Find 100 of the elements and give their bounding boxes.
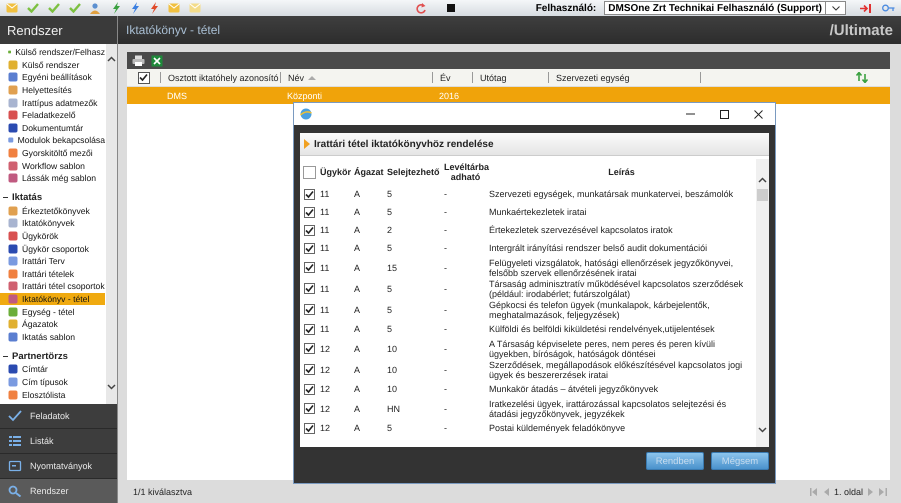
logout-icon[interactable] — [860, 4, 872, 12]
table-cell-text: 12 — [320, 364, 332, 374]
sidebar-item[interactable]: Lássák még sablon — [0, 172, 105, 185]
sidebar-item[interactable]: Ágazatok — [0, 318, 105, 330]
sidebar-item[interactable]: Külső rendszer/Felhasz — [0, 46, 105, 59]
panel-title: Irattári tétel iktatókönyvhöz rendelése — [314, 138, 494, 150]
checkbox[interactable] — [304, 242, 314, 254]
nav-button[interactable]: Listák — [0, 429, 117, 453]
logo: /Ultimate — [830, 22, 893, 38]
table-cell-text: A — [354, 243, 362, 253]
chevron-down-icon[interactable] — [758, 427, 767, 433]
checkbox[interactable] — [304, 384, 314, 394]
check-icon[interactable] — [69, 3, 81, 13]
checkbox[interactable] — [304, 304, 314, 315]
sidebar-item[interactable]: Irattári tételek — [0, 268, 105, 280]
sidebar-item[interactable]: Gyorskitöltő mezői — [0, 146, 105, 160]
sidebar-item[interactable]: Iktatás sablon — [0, 330, 105, 344]
spreadsheet-icon[interactable] — [151, 54, 163, 66]
square-icon — [8, 85, 18, 96]
column-header[interactable]: Szervezeti egység — [548, 72, 700, 83]
sidebar-item[interactable]: Címtár — [0, 363, 105, 376]
page-number: 1. oldal — [834, 486, 863, 496]
table-cell-text: - — [443, 404, 448, 414]
nav-button[interactable]: Feladatok — [0, 404, 117, 428]
square-icon — [8, 306, 18, 317]
sidebar-item[interactable]: Irattári Terv — [0, 254, 105, 268]
square-icon — [8, 110, 18, 120]
nav-button[interactable]: Rendszer — [0, 479, 117, 503]
sidebar-item[interactable]: Egyéni beállítások — [0, 71, 105, 84]
lightning-icon[interactable] — [149, 2, 159, 14]
arrow-icon — [304, 139, 310, 149]
close-icon[interactable] — [752, 108, 764, 120]
scroll-thumb[interactable] — [757, 189, 768, 201]
sidebar-item[interactable]: Ügykör csoportok — [0, 242, 105, 255]
square-icon — [8, 256, 18, 266]
table-cell-text: 12 — [320, 384, 332, 394]
sidebar-item[interactable]: Iktatókönyv - tétel — [0, 292, 105, 306]
sidebar-item[interactable]: Ügykörök — [0, 230, 105, 242]
sidebar-item[interactable]: Irattípus adatmezők — [0, 96, 105, 109]
checkbox[interactable] — [304, 283, 314, 294]
checkbox[interactable] — [304, 206, 314, 218]
chevron-up-icon[interactable] — [107, 56, 116, 62]
checkbox[interactable] — [304, 262, 314, 273]
lightning-icon[interactable] — [111, 2, 121, 14]
key-icon[interactable] — [882, 4, 895, 12]
nav-button[interactable]: Nyomtatványok — [0, 454, 117, 478]
checkbox[interactable] — [304, 422, 314, 434]
table-cell-text: A — [354, 324, 362, 334]
column-header: Ügykör — [320, 167, 352, 177]
table-cell-text: - — [443, 207, 448, 217]
stop-icon[interactable] — [446, 3, 456, 13]
section-heading: Iktatás — [12, 192, 42, 204]
table-cell-text: - — [443, 324, 448, 334]
column-header[interactable]: Utótag — [472, 72, 548, 83]
column-header[interactable]: Év — [432, 72, 472, 83]
lightning-icon[interactable] — [130, 2, 140, 14]
table-cell-text: - — [443, 189, 448, 199]
square-icon — [8, 376, 18, 387]
sidebar-item[interactable]: Helyettesítés — [0, 84, 105, 96]
sidebar-item[interactable]: Cím típusok — [0, 376, 105, 388]
table-cell-text: A — [354, 189, 362, 199]
printer-icon[interactable] — [132, 55, 145, 66]
column-header[interactable]: Név — [280, 72, 432, 83]
check-icon[interactable] — [27, 3, 39, 13]
checkbox[interactable] — [304, 224, 314, 236]
table-cell-text: Társaság adminisztratív működésével kapcsolatos szerződések (például: irodabérlet; futárszolgálat) — [489, 278, 744, 298]
sidebar-item[interactable]: Irattári tétel csoportok — [0, 280, 105, 293]
square-icon — [8, 319, 18, 330]
sidebar-title: Rendszer — [0, 16, 117, 44]
maximize-icon[interactable] — [718, 108, 730, 120]
sidebar-item[interactable]: Workflow sablon — [0, 159, 105, 172]
checkbox[interactable] — [304, 364, 314, 375]
table-cell-text: 5 — [387, 189, 394, 199]
check-icon[interactable] — [48, 3, 60, 13]
select-all-checkbox[interactable] — [302, 166, 316, 178]
sidebar-item[interactable]: Egység - tétel — [0, 305, 105, 318]
sidebar-item[interactable]: Iktatókönyvek — [0, 217, 105, 230]
sidebar-item[interactable]: Külső rendszer — [0, 58, 105, 72]
sidebar-item[interactable]: Dokumentumtár — [0, 122, 105, 134]
sidebar-item[interactable]: Feladatkezelő — [0, 108, 105, 122]
checkbox[interactable] — [304, 403, 314, 414]
user-select[interactable]: DMSOne Zrt Technikai Felhasználó (Support) — [604, 1, 846, 15]
checkbox[interactable] — [304, 324, 314, 334]
sidebar-item[interactable]: Modulok bekapcsolása — [0, 134, 105, 147]
checkbox[interactable] — [304, 188, 314, 200]
column-header[interactable]: Osztott iktatóhely azonosító — [160, 72, 280, 83]
sidebar-item[interactable]: Érkeztetőkönyvek — [0, 204, 105, 218]
table-cell-text: 11 — [320, 243, 330, 253]
select-all-checkbox[interactable] — [138, 72, 150, 84]
square-icon — [8, 173, 18, 184]
chevron-up-icon[interactable] — [758, 177, 767, 183]
sidebar-item[interactable]: Elosztólista — [0, 388, 105, 401]
chevron-down-icon[interactable] — [107, 384, 116, 390]
column-header: Leírás — [607, 167, 636, 177]
user-icon[interactable] — [90, 2, 102, 14]
checkbox[interactable] — [304, 343, 314, 354]
column-header: Levéltárba adható — [443, 162, 489, 182]
square-icon — [8, 60, 18, 70]
square-icon — [8, 281, 18, 292]
check-icon — [8, 410, 22, 422]
